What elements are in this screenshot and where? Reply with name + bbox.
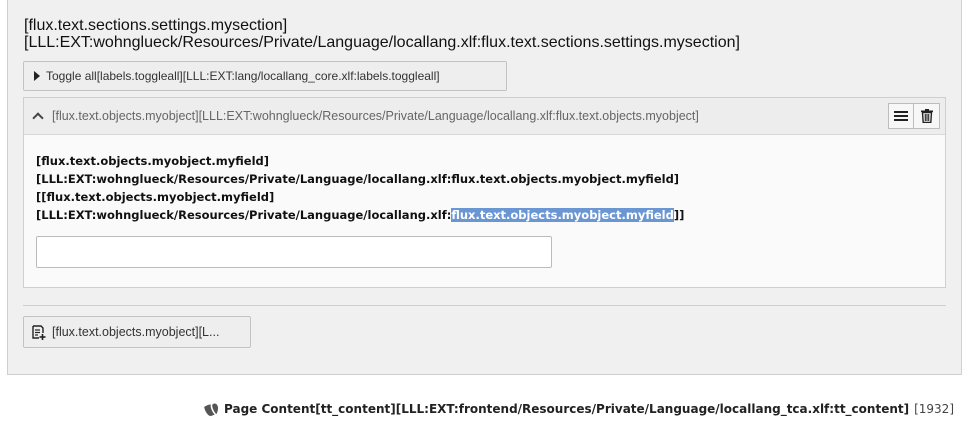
typo3-logo-icon bbox=[204, 403, 218, 416]
caret-right-icon bbox=[34, 71, 40, 81]
delete-button[interactable] bbox=[914, 103, 940, 129]
object-card: [flux.text.objects.myobject][LLL:EXT:woh… bbox=[23, 97, 946, 288]
field-label-line3: [[flux.text.objects.myobject.myfield] bbox=[36, 190, 275, 204]
object-actions bbox=[888, 103, 940, 129]
object-header[interactable]: [flux.text.objects.myobject][LLL:EXT:woh… bbox=[24, 98, 945, 135]
toggle-all-label: Toggle all[labels.toggleall][LLL:EXT:lan… bbox=[46, 69, 440, 83]
chevron-up-icon[interactable] bbox=[32, 112, 44, 124]
divider bbox=[23, 305, 946, 306]
add-object-label: [flux.text.objects.myobject][L... bbox=[52, 325, 220, 339]
record-footer: Page Content[tt_content][LLL:EXT:fronten… bbox=[203, 401, 954, 417]
field-label-line4: [LLL:EXT:wohnglueck/Resources/Private/La… bbox=[36, 206, 684, 224]
footer-label: Page Content[tt_content][LLL:EXT:fronten… bbox=[224, 402, 910, 416]
selected-text: flux.text.objects.myobject.myfield bbox=[451, 208, 674, 222]
toggle-all-button[interactable]: Toggle all[labels.toggleall][LLL:EXT:lan… bbox=[23, 61, 507, 91]
section-title-line2: [LLL:EXT:wohnglueck/Resources/Private/La… bbox=[24, 34, 740, 51]
field-label-line2: [LLL:EXT:wohnglueck/Resources/Private/La… bbox=[36, 172, 680, 186]
field-label-line4-suffix: ]] bbox=[673, 208, 685, 222]
add-object-button[interactable]: [flux.text.objects.myobject][L... bbox=[23, 316, 251, 348]
footer-uid: [1932] bbox=[914, 402, 954, 416]
section-title-line1: [flux.text.sections.settings.mysection] bbox=[24, 17, 288, 34]
field-label: [flux.text.objects.myobject.myfield] [LL… bbox=[36, 152, 684, 224]
object-title: [flux.text.objects.myobject][LLL:EXT:woh… bbox=[52, 109, 699, 123]
hamburger-icon bbox=[894, 111, 908, 121]
section-title: [flux.text.sections.settings.mysection] … bbox=[24, 17, 740, 51]
field-label-line1: [flux.text.objects.myobject.myfield] bbox=[36, 154, 270, 168]
drag-handle-button[interactable] bbox=[888, 103, 914, 129]
add-content-icon bbox=[32, 324, 46, 340]
myfield-input[interactable] bbox=[36, 236, 552, 268]
trash-icon bbox=[920, 109, 933, 123]
field-label-line4-prefix: [LLL:EXT:wohnglueck/Resources/Private/La… bbox=[36, 208, 452, 222]
